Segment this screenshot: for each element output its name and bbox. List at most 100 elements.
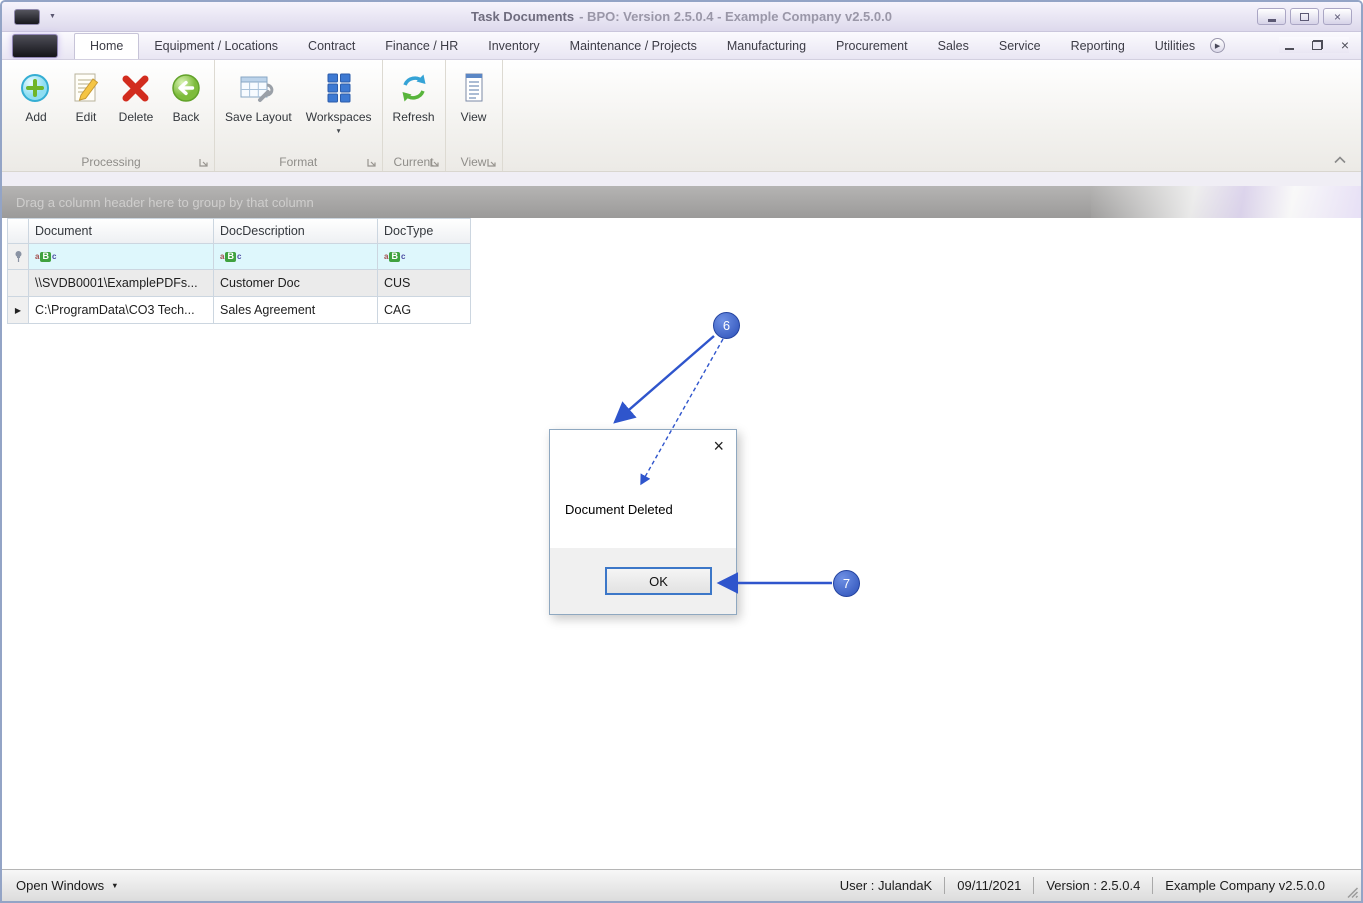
view-button[interactable]: View (450, 65, 498, 128)
window-title-primary: Task Documents (471, 9, 575, 24)
column-header-doctype[interactable]: DocType (378, 218, 471, 244)
annotation-badge-6: 6 (713, 312, 740, 339)
save-layout-button-label: Save Layout (225, 110, 292, 124)
tab-procurement[interactable]: Procurement (821, 34, 923, 59)
status-info: User : JulandaK 09/11/2021 Version : 2.5… (840, 877, 1347, 894)
pin-icon (15, 251, 21, 262)
minimize-icon (1267, 18, 1276, 22)
group-caption-view: View (460, 154, 487, 169)
abc-letter-a: a (220, 251, 225, 261)
save-layout-button[interactable]: Save Layout (219, 65, 298, 128)
resize-grip[interactable] (1346, 886, 1359, 899)
view-icon (456, 69, 492, 107)
dialog-message: Document Deleted (565, 502, 673, 517)
app-logo-icon[interactable] (14, 8, 40, 25)
add-button[interactable]: Add (12, 65, 60, 128)
tab-service[interactable]: Service (984, 34, 1056, 59)
ribbon-group-current: Refresh Current (383, 60, 446, 171)
tab-utilities[interactable]: Utilities (1140, 34, 1210, 59)
back-icon (168, 69, 204, 107)
filter-row-indicator (7, 244, 29, 270)
cell-docdescription[interactable]: Sales Agreement (214, 297, 378, 324)
restore-icon (1311, 40, 1323, 50)
window-title-secondary: - BPO: Version 2.5.0.4 - Example Company… (579, 9, 892, 24)
filter-row: aBc aBc aBc (7, 244, 471, 270)
current-dialog-launcher-icon[interactable] (429, 158, 439, 167)
close-button-secondary[interactable]: × (1341, 37, 1349, 53)
edit-button[interactable]: Edit (62, 65, 110, 128)
abc-letter-a: a (35, 251, 40, 261)
column-header-document[interactable]: Document (29, 218, 214, 244)
maximize-button[interactable] (1290, 8, 1319, 25)
ribbon-group-processing: Add Edit Delete Back Processing (8, 60, 215, 171)
group-caption-format: Format (279, 154, 318, 169)
abc-letter-c: c (400, 251, 406, 261)
open-windows-caret-icon: ▼ (111, 881, 119, 890)
tab-maintenance-projects[interactable]: Maintenance / Projects (555, 34, 712, 59)
abc-letter-b: B (389, 251, 400, 262)
window-controls: × (1257, 8, 1361, 25)
column-header-docdescription[interactable]: DocDescription (214, 218, 378, 244)
ribbon-group-view: View View (446, 60, 503, 171)
ribbon-tabs: Home Equipment / Locations Contract Fina… (74, 32, 1210, 59)
refresh-icon (396, 69, 432, 107)
status-company: Example Company v2.5.0.0 (1165, 878, 1325, 893)
tab-manufacturing[interactable]: Manufacturing (712, 34, 821, 59)
tab-inventory[interactable]: Inventory (473, 34, 554, 59)
cell-doctype[interactable]: CAG (378, 297, 471, 324)
refresh-button-label: Refresh (392, 110, 435, 124)
add-icon (18, 69, 54, 107)
close-button[interactable]: × (1323, 8, 1352, 25)
dialog-footer: OK (550, 548, 736, 614)
tab-scroll-right-button[interactable]: ▶ (1210, 38, 1226, 53)
minimize-button-secondary[interactable] (1284, 37, 1294, 53)
row-indicator-cell: ▶ (7, 297, 29, 324)
status-date: 09/11/2021 (957, 878, 1022, 893)
status-separator (1152, 877, 1154, 894)
application-window: ▼ Task Documents - BPO: Version 2.5.0.4 -… (0, 0, 1363, 903)
view-dialog-launcher-icon[interactable] (486, 158, 496, 167)
tab-finance-hr[interactable]: Finance / HR (370, 34, 473, 59)
ribbon-tab-row: Home Equipment / Locations Contract Fina… (2, 32, 1361, 60)
format-dialog-launcher-icon[interactable] (366, 158, 376, 167)
quick-access-caret-icon[interactable]: ▼ (49, 13, 56, 20)
abc-letter-c: c (236, 251, 242, 261)
cell-document[interactable]: C:\ProgramData\CO3 Tech... (29, 297, 214, 324)
status-version: Version : 2.5.0.4 (1046, 878, 1141, 893)
refresh-button[interactable]: Refresh (387, 65, 441, 128)
message-dialog: × Document Deleted OK (549, 429, 737, 615)
table-row[interactable]: \\SVDB0001\ExamplePDFs... Customer Doc C… (7, 270, 471, 297)
processing-dialog-launcher-icon[interactable] (199, 158, 208, 167)
workspaces-button[interactable]: Workspaces ▼ (300, 65, 378, 139)
ok-button[interactable]: OK (605, 567, 712, 595)
delete-button[interactable]: Delete (112, 65, 160, 128)
filter-cell-docdescription[interactable]: aBc (214, 244, 378, 270)
abc-filter-icon[interactable]: aBc (220, 251, 242, 262)
cell-doctype[interactable]: CUS (378, 270, 471, 297)
abc-letter-c: c (51, 251, 57, 261)
restore-button-secondary[interactable] (1311, 37, 1323, 53)
collapse-ribbon-button[interactable] (1333, 155, 1347, 164)
abc-letter-a: a (384, 251, 389, 261)
dialog-close-icon[interactable]: × (713, 437, 724, 455)
status-user: User : JulandaK (839, 878, 933, 893)
cell-document[interactable]: \\SVDB0001\ExamplePDFs... (29, 270, 214, 297)
cell-docdescription[interactable]: Customer Doc (214, 270, 378, 297)
tab-sales[interactable]: Sales (923, 34, 984, 59)
minimize-button[interactable] (1257, 8, 1286, 25)
status-bar: Open Windows ▼ User : JulandaK 09/11/202… (2, 869, 1361, 901)
tab-home[interactable]: Home (74, 33, 140, 59)
back-button[interactable]: Back (162, 65, 210, 128)
ribbon: Add Edit Delete Back Processing Save Lay… (2, 60, 1361, 172)
table-row[interactable]: ▶ C:\ProgramData\CO3 Tech... Sales Agree… (7, 297, 471, 324)
tab-reporting[interactable]: Reporting (1056, 34, 1140, 59)
tab-equipment-locations[interactable]: Equipment / Locations (139, 34, 293, 59)
abc-filter-icon[interactable]: aBc (35, 251, 57, 262)
tab-contract[interactable]: Contract (293, 34, 370, 59)
filter-cell-document[interactable]: aBc (29, 244, 214, 270)
filter-cell-doctype[interactable]: aBc (378, 244, 471, 270)
app-menu-button[interactable] (12, 34, 58, 58)
abc-filter-icon[interactable]: aBc (384, 251, 406, 262)
workspaces-dropdown-caret-icon[interactable]: ▼ (335, 128, 341, 135)
open-windows-button[interactable]: Open Windows ▼ (16, 878, 119, 893)
